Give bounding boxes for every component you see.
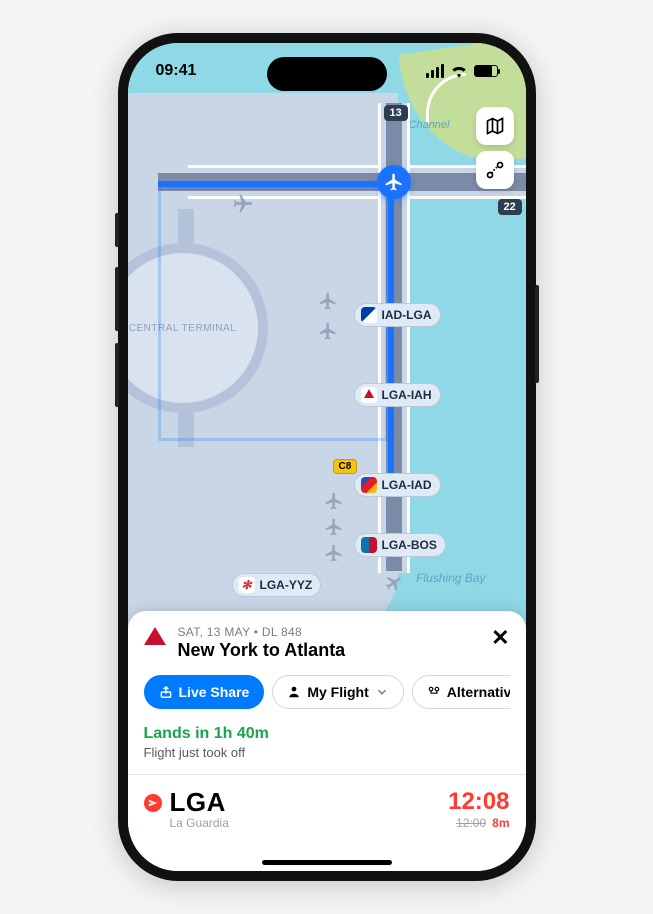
route-icon [485, 160, 505, 180]
map-icon [485, 116, 505, 136]
gate-marker[interactable]: C8 [333, 459, 358, 474]
airline-icon-delta [361, 387, 377, 403]
alternatives-button[interactable]: Alternatives [412, 675, 510, 709]
alternatives-icon [427, 685, 441, 699]
wifi-icon [450, 64, 468, 78]
live-share-button[interactable]: Live Share [144, 675, 265, 709]
map-route-button[interactable] [476, 151, 514, 189]
flight-status-sub: Flight just took off [144, 745, 510, 760]
flight-pill[interactable]: LGA-IAH [354, 383, 441, 407]
departure-time: 12:08 [448, 788, 509, 816]
dynamic-island [267, 57, 387, 91]
person-icon [287, 685, 301, 699]
lands-in: Lands in 1h 40m [144, 725, 269, 742]
runway-label-13: 13 [384, 105, 408, 121]
flight-sheet[interactable]: SAT, 13 MAY • DL 848 New York to Atlanta… [128, 611, 526, 871]
flight-pill[interactable]: LGA-IAD [354, 473, 441, 497]
flight-pill[interactable]: IAD-LGA [354, 303, 441, 327]
home-indicator[interactable] [262, 860, 392, 865]
flight-meta: SAT, 13 MAY • DL 848 [178, 625, 346, 639]
flight-pill[interactable]: LGA-BOS [354, 533, 446, 557]
label-flushing: Flushing Bay [416, 571, 485, 585]
departure-code: LGA [170, 787, 226, 818]
delta-logo-icon [144, 627, 166, 645]
airline-icon-united [361, 307, 377, 323]
runway-label-22: 22 [498, 199, 522, 215]
airline-icon-aircanada: ✻ [239, 577, 255, 593]
my-plane-marker[interactable] [377, 165, 411, 199]
status-time: 09:41 [156, 62, 197, 80]
departure-airport-name: La Guardia [144, 816, 229, 830]
airline-icon-american [361, 537, 377, 553]
scheduled-time: 12:00 [456, 816, 486, 830]
airline-icon-southwest [361, 477, 377, 493]
share-icon [159, 685, 173, 699]
departure-icon [144, 794, 162, 812]
chevron-down-icon [375, 685, 389, 699]
map-layers-button[interactable] [476, 107, 514, 145]
flight-title: New York to Atlanta [178, 640, 346, 661]
battery-icon [474, 65, 498, 77]
flight-pill[interactable]: ✻ LGA-YYZ [232, 573, 322, 597]
cellular-icon [426, 64, 444, 78]
my-flight-button[interactable]: My Flight [272, 675, 403, 709]
delay-amount: 8m [492, 816, 509, 830]
close-button[interactable]: ✕ [491, 625, 509, 651]
